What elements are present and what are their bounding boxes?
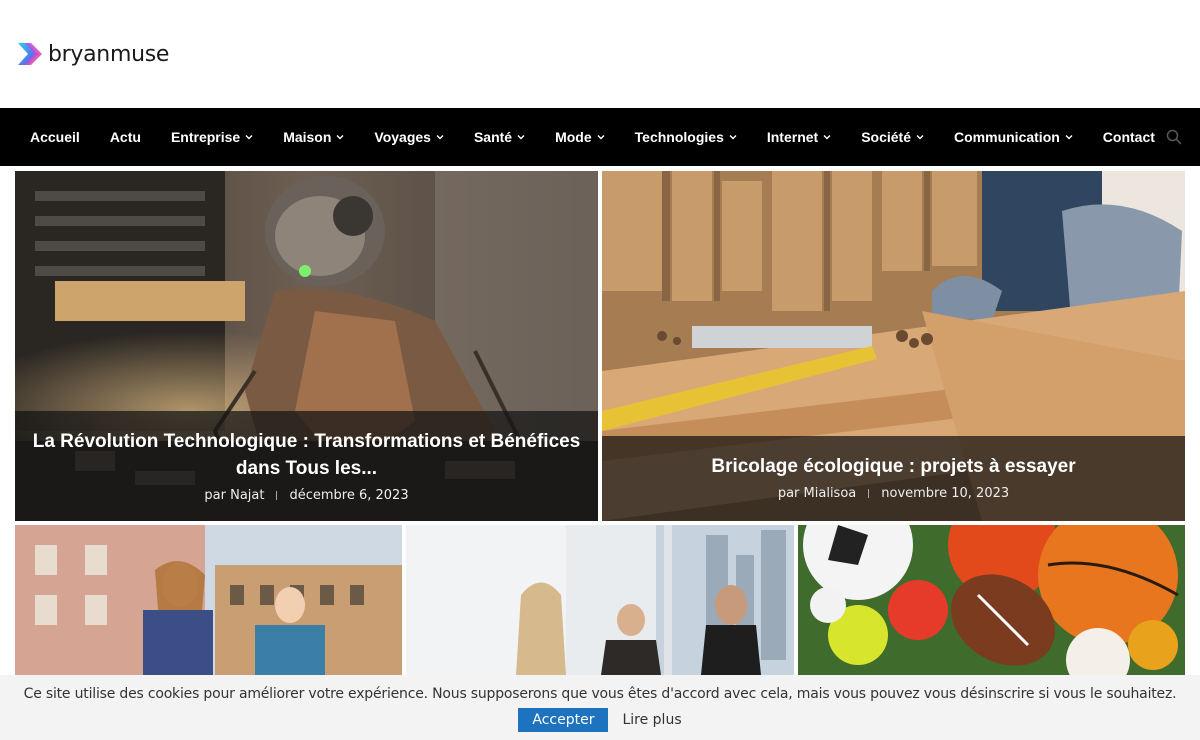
main-nav: Accueil Actu Entreprise Maison Voyages Santé M… <box>0 108 1200 166</box>
post-meta: par Najat décembre 6, 2023 <box>29 488 584 503</box>
logo[interactable]: bryanmuse <box>16 40 169 68</box>
nav-item-entreprise[interactable]: Entreprise <box>156 108 268 166</box>
office-meeting-image <box>406 525 794 675</box>
cookie-banner: Ce site utilise des cookies pour amélior… <box>0 675 1200 740</box>
chevron-down-icon <box>517 135 525 140</box>
post-author[interactable]: par Mialisoa <box>778 486 856 501</box>
post-card-5[interactable] <box>798 525 1185 675</box>
nav-item-label: Technologies <box>634 129 724 145</box>
site-name: bryanmuse <box>48 41 170 67</box>
post-card-3[interactable] <box>15 525 402 675</box>
nav-item-accueil[interactable]: Accueil <box>15 108 95 166</box>
site-header: bryanmuse <box>0 0 1200 108</box>
post-meta: par Mialisoa novembre 10, 2023 <box>616 486 1171 501</box>
nav-item-internet[interactable]: Internet <box>752 108 846 166</box>
cookie-actions: Accepter Lire plus <box>0 708 1200 732</box>
cookie-message: Ce site utilise des cookies pour amélior… <box>23 686 1177 702</box>
read-more-link[interactable]: Lire plus <box>622 712 681 728</box>
post-author[interactable]: par Najat <box>204 488 264 503</box>
post-overlay: La Révolution Technologique : Transforma… <box>15 411 598 521</box>
chevron-down-icon <box>916 135 924 140</box>
nav-item-communication[interactable]: Communication <box>939 108 1088 166</box>
post-date: décembre 6, 2023 <box>289 488 409 503</box>
accept-cookies-button[interactable]: Accepter <box>518 708 609 732</box>
chevron-down-icon <box>729 135 737 140</box>
post-card-4[interactable] <box>406 525 794 675</box>
logo-mark-icon <box>18 43 42 65</box>
nav-item-label: Actu <box>109 129 141 145</box>
search-icon[interactable] <box>1166 129 1182 145</box>
chevron-down-icon <box>436 135 444 140</box>
chevron-down-icon <box>823 135 831 140</box>
nav-item-contact[interactable]: Contact <box>1088 108 1170 166</box>
nav-item-label: Communication <box>954 129 1060 145</box>
meta-separator <box>868 489 870 498</box>
nav-item-label: Société <box>861 129 912 145</box>
nav-item-label: Entreprise <box>170 129 241 145</box>
nav-item-label: Maison <box>283 129 332 145</box>
chevron-down-icon <box>336 135 344 140</box>
nav-item-label: Santé <box>473 129 513 145</box>
post-overlay: Bricolage écologique : projets à essayer… <box>602 436 1185 521</box>
nav-item-voyages[interactable]: Voyages <box>359 108 459 166</box>
chevron-down-icon <box>1065 135 1073 140</box>
chevron-down-icon <box>597 135 605 140</box>
nav-item-sante[interactable]: Santé <box>459 108 540 166</box>
sports-balls-image <box>798 525 1185 675</box>
nav-item-label: Mode <box>555 129 592 145</box>
nav-item-label: Voyages <box>374 129 431 145</box>
nav-item-label: Accueil <box>30 129 80 145</box>
nav-item-mode[interactable]: Mode <box>540 108 620 166</box>
nav-item-label: Contact <box>1102 129 1155 145</box>
featured-post-1[interactable]: La Révolution Technologique : Transforma… <box>15 171 598 521</box>
women-street-image <box>15 525 402 675</box>
nav-item-societe[interactable]: Société <box>846 108 939 166</box>
chevron-down-icon <box>245 135 253 140</box>
post-date: novembre 10, 2023 <box>881 486 1010 501</box>
nav-item-label: Internet <box>766 129 819 145</box>
featured-post-2[interactable]: Bricolage écologique : projets à essayer… <box>602 171 1185 521</box>
nav-item-technologies[interactable]: Technologies <box>620 108 752 166</box>
nav-item-maison[interactable]: Maison <box>268 108 359 166</box>
nav-list: Accueil Actu Entreprise Maison Voyages Santé M… <box>0 108 1170 166</box>
post-title[interactable]: La Révolution Technologique : Transforma… <box>29 428 584 482</box>
meta-separator <box>276 491 278 500</box>
post-title[interactable]: Bricolage écologique : projets à essayer <box>616 453 1171 480</box>
nav-item-actu[interactable]: Actu <box>95 108 156 166</box>
